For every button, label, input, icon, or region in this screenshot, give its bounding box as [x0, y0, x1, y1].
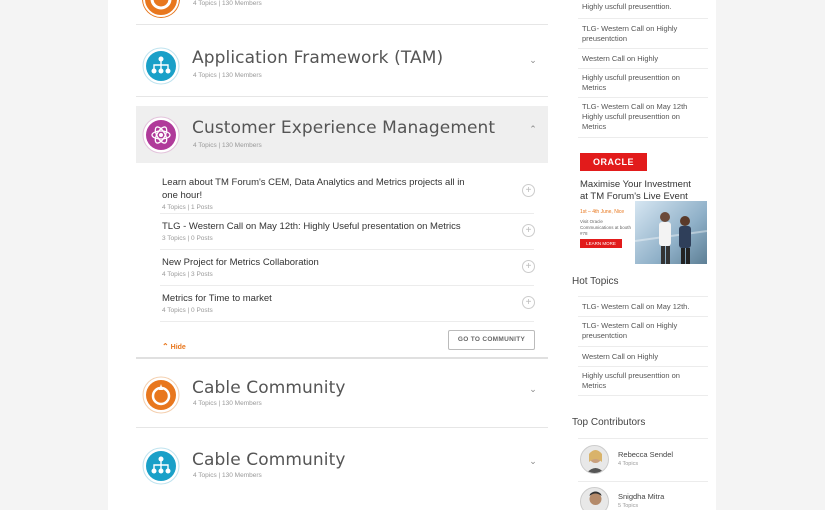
community-meta: 4 Topics | 130 Members: [193, 0, 262, 7]
community-title[interactable]: Customer Experience Management: [192, 118, 495, 138]
divider: [136, 24, 548, 25]
sidebar-link[interactable]: TLG- Western Call on May 12th Highly usc…: [582, 102, 706, 132]
hot-topic-link[interactable]: TLG- Western Call on Highly preusentctio…: [582, 321, 706, 341]
topic-title[interactable]: Learn about TM Forum's CEM, Data Analyti…: [162, 176, 482, 202]
topic-item[interactable]: New Project for Metrics Collaboration 4 …: [162, 256, 535, 278]
topic-meta: 4 Topics | 3 Posts: [162, 271, 213, 278]
ad-headline: Maximise Your Investment: [580, 179, 691, 190]
community-item[interactable]: 4 Topics | 130 Members: [136, 0, 548, 24]
oracle-ad-banner[interactable]: ORACLE Maximise Your Investment at TM Fo…: [579, 151, 707, 264]
topic-meta: 3 Topics | 0 Posts: [162, 235, 213, 242]
divider: [578, 366, 708, 367]
community-title[interactable]: Application Framework (TAM): [192, 48, 443, 68]
sidebar-link[interactable]: Western Call on Highly: [582, 54, 706, 64]
avatar: [580, 445, 609, 474]
hot-topic-link[interactable]: Western Call on Highly: [582, 352, 706, 362]
contributor-item[interactable]: Snigdha Mitra 5 Topics: [580, 487, 708, 510]
divider: [136, 427, 548, 428]
flame-icon: [142, 0, 180, 18]
divider: [578, 395, 708, 396]
sidebar-link[interactable]: Highly uscfull preusenttion.: [582, 2, 706, 12]
contributor-name[interactable]: Snigdha Mitra: [618, 492, 664, 501]
chevron-up-icon: ⌃: [162, 342, 169, 351]
divider: [578, 481, 708, 482]
ad-venue: Visit Oracle Communications at booth #78: [580, 219, 632, 236]
ad-dates: 1st – 4th June, Nice: [580, 209, 625, 215]
page-background-left: [0, 0, 108, 510]
hot-topics-heading: Hot Topics: [572, 276, 619, 287]
divider: [578, 137, 708, 138]
plus-icon[interactable]: +: [522, 296, 535, 309]
topic-item[interactable]: Learn about TM Forum's CEM, Data Analyti…: [162, 176, 535, 211]
avatar: [580, 487, 609, 510]
go-to-community-button[interactable]: GO TO COMMUNITY: [448, 330, 535, 350]
hide-label: Hide: [170, 344, 186, 351]
divider: [160, 285, 534, 286]
divider: [578, 18, 708, 19]
chevron-down-icon[interactable]: ⌄: [528, 55, 538, 65]
ad-photo: [635, 201, 707, 264]
topic-item[interactable]: TLG - Western Call on May 12th: Highly U…: [162, 220, 535, 242]
network-icon: [142, 447, 180, 485]
divider: [578, 316, 708, 317]
community-title[interactable]: Cable Community: [192, 450, 346, 470]
hot-topic-link[interactable]: TLG- Western Call on May 12th.: [582, 302, 706, 312]
community-item-customer-experience[interactable]: Customer Experience Management 4 Topics …: [136, 112, 548, 156]
network-icon: [142, 47, 180, 85]
contributor-item[interactable]: Rebecca Sendel 4 Topics: [580, 445, 708, 477]
divider: [578, 346, 708, 347]
sidebar-link[interactable]: Highly uscfull preusenttion on Metrics: [582, 73, 706, 93]
topic-title[interactable]: Metrics for Time to market: [162, 292, 482, 305]
hot-topic-link[interactable]: Highly uscfull preusenttion on Metrics: [582, 371, 706, 391]
topic-meta: 4 Topics | 1 Posts: [162, 204, 213, 211]
divider: [578, 48, 708, 49]
community-item-application-framework[interactable]: Application Framework (TAM) 4 Topics | 1…: [136, 42, 548, 85]
topic-title[interactable]: New Project for Metrics Collaboration: [162, 256, 482, 269]
community-meta: 4 Topics | 130 Members: [193, 72, 262, 79]
atom-icon: [142, 116, 180, 154]
topic-item[interactable]: Metrics for Time to market 4 Topics | 0 …: [162, 292, 535, 314]
divider: [578, 97, 708, 98]
plus-icon[interactable]: +: [522, 184, 535, 197]
top-contributors-heading: Top Contributors: [572, 417, 646, 428]
community-meta: 4 Topics | 130 Members: [193, 472, 262, 479]
divider: [578, 438, 708, 439]
flame-icon: [142, 376, 180, 414]
divider: [578, 296, 708, 297]
community-meta: 4 Topics | 130 Members: [193, 142, 262, 149]
chevron-down-icon[interactable]: ⌄: [528, 384, 538, 394]
oracle-logo: ORACLE: [580, 153, 647, 171]
chevron-down-icon[interactable]: ⌄: [528, 456, 538, 466]
learn-more-button[interactable]: LEARN MORE: [580, 239, 622, 248]
plus-icon[interactable]: +: [522, 224, 535, 237]
plus-icon[interactable]: +: [522, 260, 535, 273]
contributor-topics: 5 Topics: [618, 503, 639, 509]
sidebar-link[interactable]: TLG- Western Call on Highly preusentctio…: [582, 24, 706, 44]
divider: [160, 249, 534, 250]
community-meta: 4 Topics | 130 Members: [193, 400, 262, 407]
hide-link[interactable]: ⌃ Hide: [162, 342, 186, 351]
divider: [160, 213, 534, 214]
topic-title[interactable]: TLG - Western Call on May 12th: Highly U…: [162, 220, 482, 233]
community-title[interactable]: Cable Community: [192, 378, 346, 398]
topic-meta: 4 Topics | 0 Posts: [162, 307, 213, 314]
divider: [136, 96, 548, 97]
divider: [136, 357, 548, 359]
chevron-up-icon[interactable]: ⌃: [528, 124, 538, 134]
community-item-cable[interactable]: Cable Community 4 Topics | 130 Members ⌄: [136, 370, 548, 414]
divider: [160, 321, 534, 322]
divider: [578, 68, 708, 69]
contributor-topics: 4 Topics: [618, 461, 639, 467]
community-item-cable[interactable]: Cable Community 4 Topics | 130 Members ⌄: [136, 442, 548, 486]
contributor-name[interactable]: Rebecca Sendel: [618, 450, 673, 459]
page-background-right: [716, 0, 825, 510]
